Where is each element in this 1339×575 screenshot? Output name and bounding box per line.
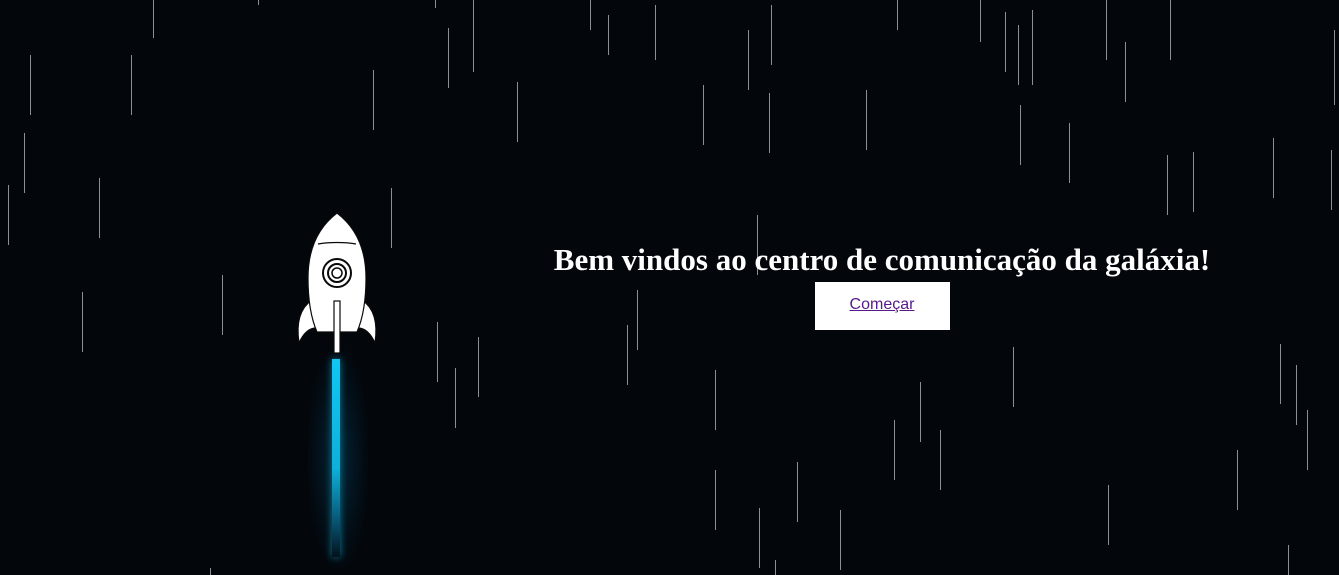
rain-streak bbox=[1193, 152, 1194, 212]
rain-streak bbox=[82, 292, 83, 352]
rain-streak bbox=[455, 368, 456, 428]
rain-streak bbox=[24, 133, 25, 193]
rain-streak bbox=[797, 462, 798, 522]
rain-streak bbox=[1013, 347, 1014, 407]
rain-streak bbox=[1005, 12, 1006, 72]
rain-streak bbox=[8, 185, 9, 245]
rain-streak bbox=[1032, 10, 1033, 85]
rain-streak bbox=[715, 370, 716, 430]
rain-streak bbox=[655, 5, 656, 60]
rain-streak bbox=[131, 55, 132, 115]
rain-streak bbox=[437, 322, 438, 382]
rain-streak bbox=[478, 337, 479, 397]
rain-streak bbox=[1167, 155, 1168, 215]
rain-streak bbox=[1280, 344, 1281, 404]
rain-streak bbox=[775, 560, 776, 575]
rain-streak bbox=[1307, 410, 1308, 470]
rain-streak bbox=[1125, 42, 1126, 102]
rain-streak bbox=[590, 0, 591, 30]
rain-streak bbox=[715, 470, 716, 530]
rain-streak bbox=[769, 93, 770, 153]
rain-streak bbox=[435, 0, 436, 8]
rocket-icon bbox=[297, 212, 377, 354]
rain-streak bbox=[980, 0, 981, 42]
rain-streak bbox=[1106, 0, 1107, 60]
rain-streak bbox=[1334, 30, 1335, 105]
rain-streak bbox=[1273, 138, 1274, 198]
rain-streak bbox=[373, 70, 374, 130]
rain-streak bbox=[748, 30, 749, 90]
rocket-animation bbox=[290, 208, 386, 568]
rain-streak bbox=[1288, 545, 1289, 575]
rain-streak bbox=[258, 0, 259, 5]
rain-streak bbox=[448, 28, 449, 88]
rain-streak bbox=[703, 85, 704, 145]
rain-streak bbox=[30, 55, 31, 115]
rain-streak bbox=[771, 5, 772, 65]
rain-streak bbox=[517, 82, 518, 142]
rain-streak bbox=[1237, 450, 1238, 510]
rain-streak bbox=[627, 325, 628, 385]
rocket-flame bbox=[332, 359, 340, 557]
rain-streak bbox=[391, 188, 392, 248]
rain-streak bbox=[608, 15, 609, 55]
start-button[interactable]: Começar bbox=[814, 282, 950, 330]
rain-streak bbox=[897, 0, 898, 30]
rain-streak bbox=[894, 420, 895, 480]
rain-streak bbox=[840, 510, 841, 570]
space-scene: Bem vindos ao centro de comunicação da g… bbox=[0, 0, 1339, 575]
rain-streak bbox=[1170, 0, 1171, 60]
rain-streak bbox=[222, 275, 223, 335]
rain-streak bbox=[1020, 105, 1021, 165]
rain-streak bbox=[1331, 150, 1332, 210]
rain-streak bbox=[1018, 25, 1019, 85]
rain-streak bbox=[1069, 123, 1070, 183]
rain-streak bbox=[940, 430, 941, 490]
rain-streak bbox=[473, 0, 474, 72]
rain-streak bbox=[866, 90, 867, 150]
rain-streak bbox=[153, 0, 154, 38]
rain-streak bbox=[920, 382, 921, 442]
rain-streak bbox=[759, 508, 760, 568]
page-title: Bem vindos ao centro de comunicação da g… bbox=[553, 242, 1211, 277]
rain-streak bbox=[210, 568, 211, 575]
hero-section: Bem vindos ao centro de comunicação da g… bbox=[520, 238, 1244, 330]
rain-streak bbox=[99, 178, 100, 238]
rain-streak bbox=[1108, 485, 1109, 545]
rain-streak bbox=[1296, 365, 1297, 425]
